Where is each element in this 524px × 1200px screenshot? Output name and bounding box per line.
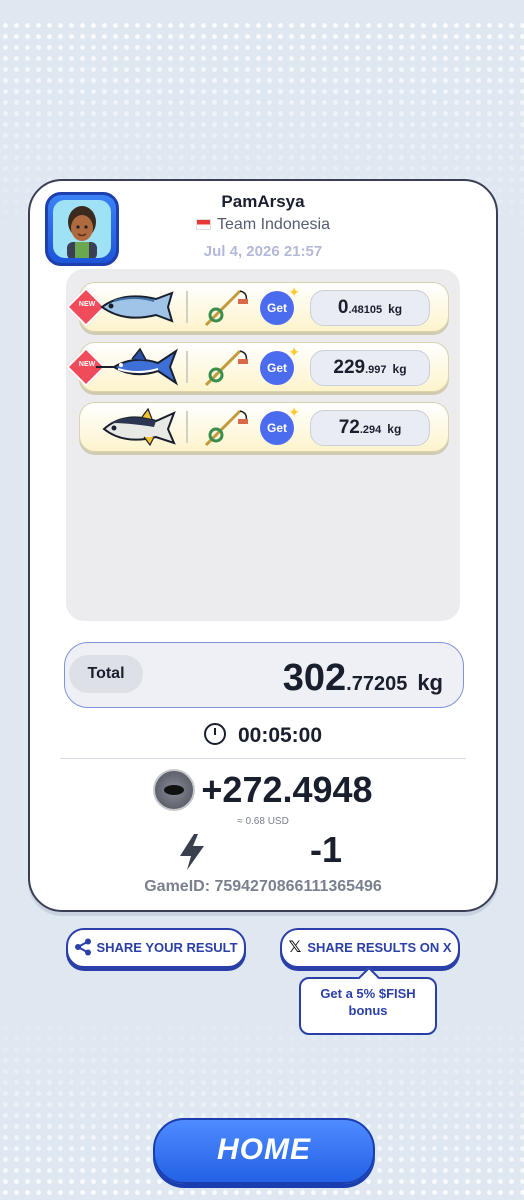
result-date: Jul 4, 2026 21:57 (203, 243, 323, 260)
bonito-fish-icon (100, 291, 174, 323)
catch-list: NEW Get ✦ 0.48105 kg NEW Get ✦ 229.997 k… (66, 269, 460, 621)
star-icon: ✦ (288, 344, 300, 360)
star-icon: ✦ (288, 284, 300, 300)
indonesia-flag-icon (196, 219, 212, 231)
marlin-fish-icon (96, 347, 179, 386)
star-icon: ✦ (288, 404, 300, 420)
share-icon (75, 938, 92, 956)
duration: 00:05:00 (30, 723, 496, 748)
game-id: GameID: 7594270866111365496 (144, 878, 382, 895)
catch-row: Get ✦ 72.294 kg (79, 402, 449, 452)
fishing-rod-icon (204, 349, 248, 387)
energy-cost: -1 (310, 829, 343, 870)
catch-weight: 72.294 kg (310, 410, 430, 446)
row-divider (186, 291, 188, 323)
total-label: Total (69, 655, 143, 693)
fish-token-icon (153, 769, 196, 811)
team-name: Team Indonesia (217, 216, 330, 233)
result-card: PamArsya Team Indonesia Jul 4, 2026 21:5… (28, 179, 498, 912)
tuna-fish-icon (102, 407, 176, 447)
clock-icon (203, 723, 226, 745)
total-value: 302.77205 kg (282, 657, 443, 699)
get-button[interactable]: Get ✦ (260, 285, 300, 325)
catch-weight: 229.997 kg (310, 350, 430, 386)
get-button[interactable]: Get ✦ (260, 345, 300, 385)
fishing-rod-icon (204, 409, 248, 447)
bonus-tooltip: Get a 5% $FISH bonus (299, 977, 437, 1035)
share-result-button[interactable]: SHARE YOUR RESULT (66, 928, 246, 968)
lightning-icon (180, 834, 204, 870)
row-divider (186, 411, 188, 443)
x-logo-icon: 𝕏 (288, 939, 302, 956)
get-button[interactable]: Get ✦ (260, 405, 300, 445)
row-divider (186, 351, 188, 383)
team-label: Team Indonesia (30, 216, 496, 234)
share-x-button[interactable]: 𝕏 SHARE RESULTS ON X (280, 928, 460, 968)
catch-row: NEW Get ✦ 0.48105 kg (66, 282, 449, 332)
fishing-rod-icon (204, 289, 248, 327)
reward-usd: ≈ 0.68 USD (237, 816, 289, 827)
player-name: PamArsya (221, 192, 305, 211)
reward-amount: +272.4948 (30, 769, 496, 811)
divider (60, 758, 466, 759)
catch-row: NEW Get ✦ 229.997 kg (66, 342, 449, 392)
total-weight-box: Total 302.77205 kg (64, 642, 464, 708)
home-button[interactable]: HOME (153, 1118, 375, 1184)
catch-weight: 0.48105 kg (310, 290, 430, 326)
